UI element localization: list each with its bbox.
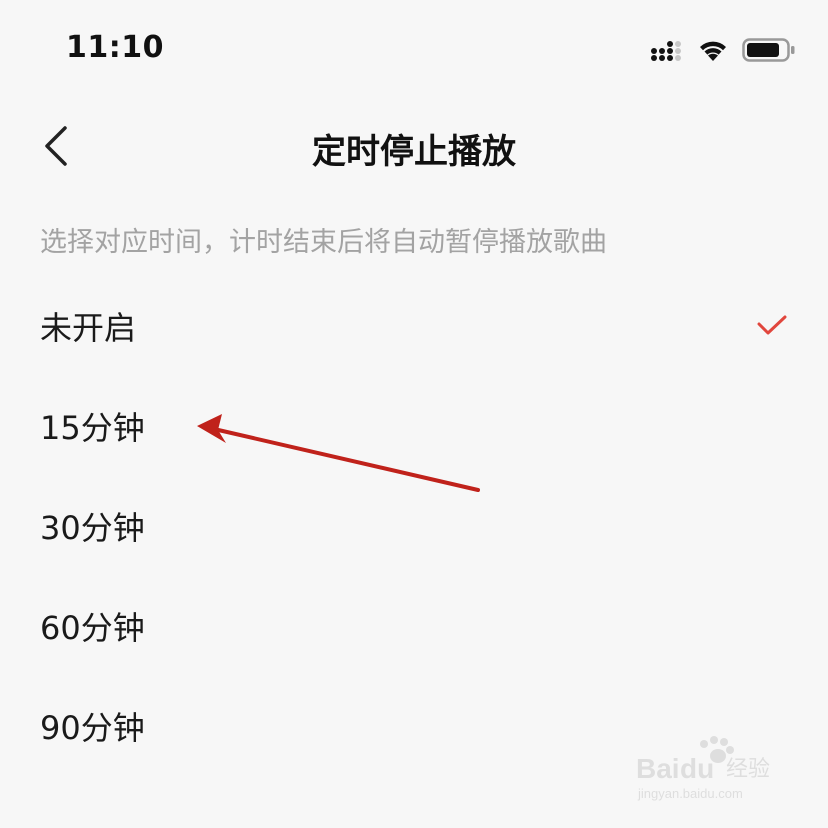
- battery-icon: [742, 38, 795, 62]
- description-text: 选择对应时间，计时结束后将自动暂停播放歌曲: [40, 227, 607, 258]
- wifi-icon: [700, 41, 726, 61]
- page-title: 定时停止播放: [312, 132, 516, 172]
- checkmark-icon: [757, 315, 787, 335]
- option-90-min[interactable]: 90分钟: [0, 676, 828, 776]
- status-time: 11:10: [66, 30, 164, 65]
- screen: 11:10 定时停止播放 选择对应时间，计时结束后将自动暂停播放歌曲 未开启 1…: [0, 0, 828, 828]
- option-off[interactable]: 未开启: [0, 276, 828, 376]
- option-label: 60分钟: [40, 609, 145, 647]
- option-label: 15分钟: [40, 409, 145, 447]
- option-label: 90分钟: [40, 709, 145, 747]
- option-15-min[interactable]: 15分钟: [0, 376, 828, 476]
- timer-option-list: 未开启 15分钟 30分钟 60分钟 90分钟: [0, 276, 828, 776]
- option-30-min[interactable]: 30分钟: [0, 476, 828, 576]
- svg-text:jingyan.baidu.com: jingyan.baidu.com: [637, 786, 743, 801]
- status-icons: [650, 36, 796, 64]
- cellular-signal-icon: [651, 41, 681, 61]
- option-60-min[interactable]: 60分钟: [0, 576, 828, 676]
- option-label: 30分钟: [40, 509, 145, 547]
- option-label: 未开启: [40, 309, 137, 347]
